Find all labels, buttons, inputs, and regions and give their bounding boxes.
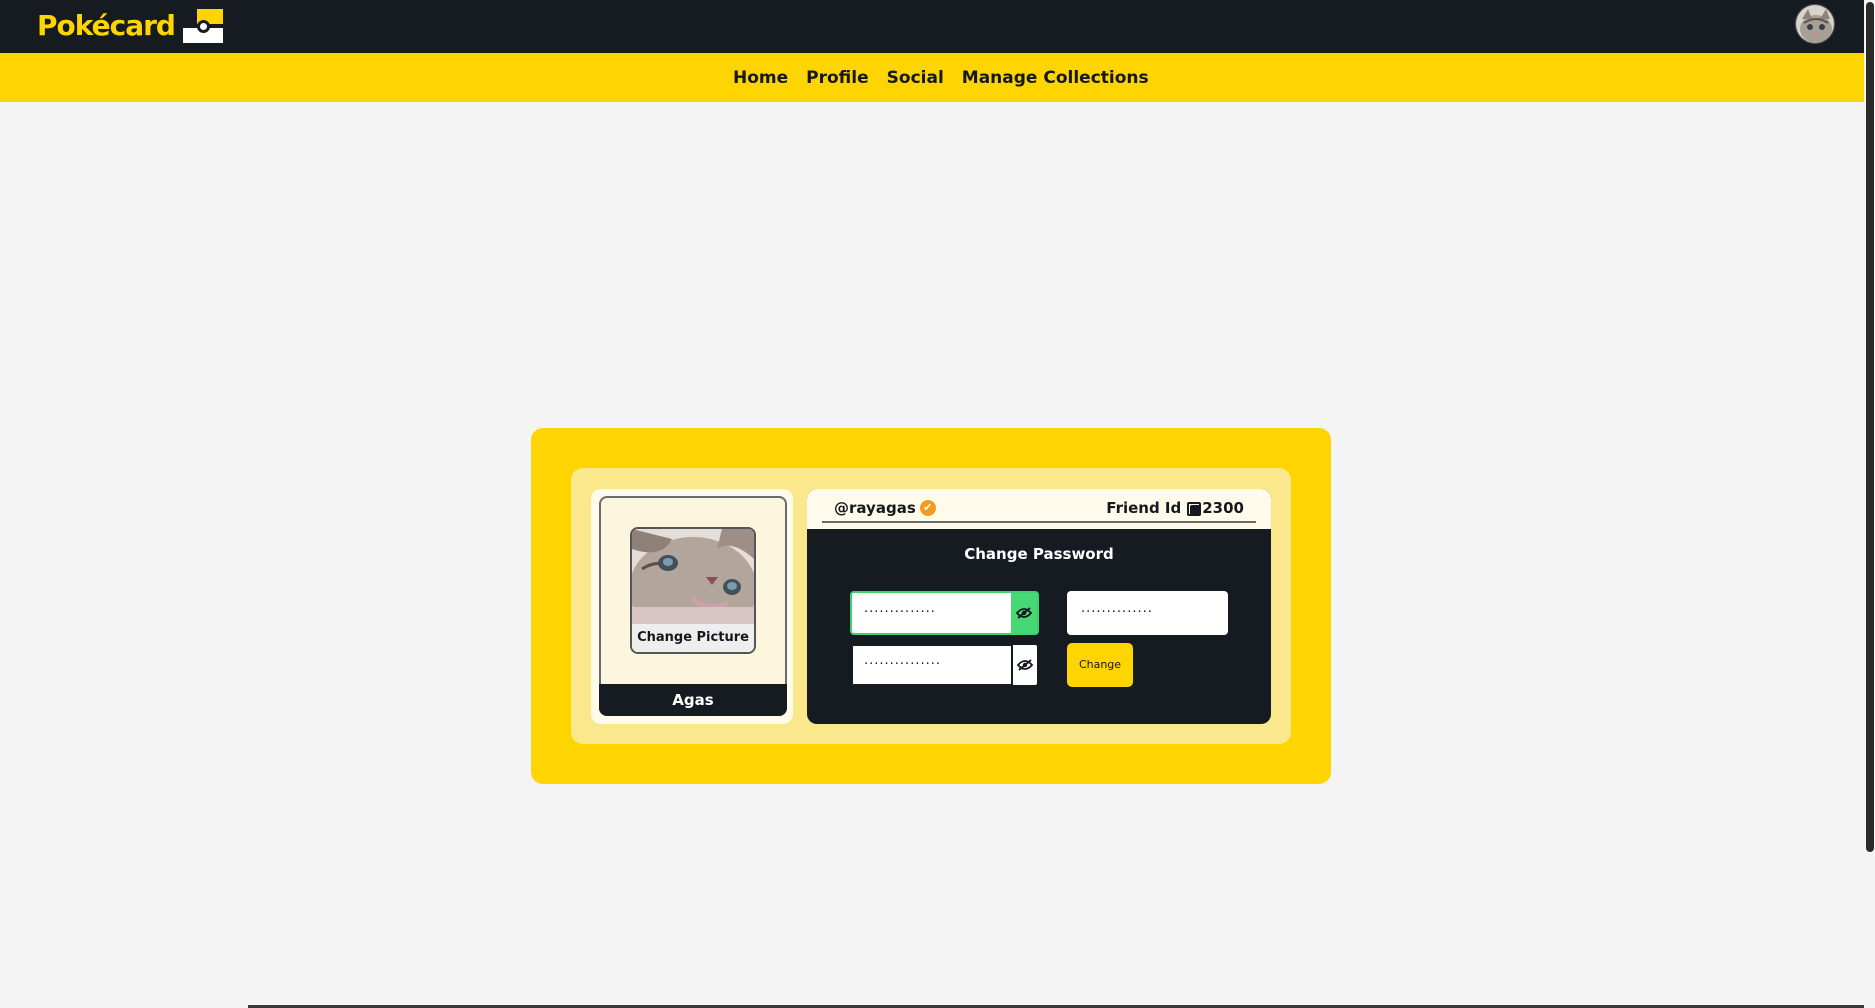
display-name: Agas [599,684,787,716]
new-password-value: ·············· [1081,605,1153,620]
change-password-title: Change Password [964,545,1114,563]
profile-picture[interactable]: Change Picture [630,527,756,654]
panel-header: @rayagas ✔ Friend Id 2300 [807,489,1271,529]
current-password-value: ·············· [864,605,936,620]
main-nav: Home Profile Social Manage Collections [0,53,1864,102]
nav-social[interactable]: Social [887,68,944,88]
nav-home[interactable]: Home [733,68,788,88]
header-divider [822,521,1256,523]
cat-photo-icon [632,529,754,641]
scrollbar-thumb[interactable] [1866,2,1874,852]
eye-off-icon[interactable] [1011,593,1037,633]
change-picture-button[interactable]: Change Picture [632,624,754,652]
page-scrollbar[interactable] [1864,0,1875,1008]
logo-text: Pokécard [37,9,176,42]
nav-manage-collections[interactable]: Manage Collections [962,68,1149,88]
user-handle: @rayagas ✔ [834,499,936,517]
top-bar: Pokécard [0,0,1864,53]
user-avatar[interactable] [1795,4,1835,44]
friend-id-label: Friend Id [1106,499,1182,517]
confirm-password-field[interactable]: ··············· [850,643,1039,687]
pokeball-icon [182,9,223,43]
verified-icon: ✔ [919,500,936,516]
nav-links: Home Profile Social Manage Collections [733,53,1149,102]
pokecard-logo[interactable]: Pokécard [37,8,223,44]
confirm-password-value: ··············· [864,657,941,672]
account-panel: @rayagas ✔ Friend Id 2300 Change Passwor… [807,489,1271,724]
new-password-field[interactable]: ·············· [1067,591,1228,635]
copy-icon[interactable] [1187,501,1202,516]
change-password-button[interactable]: Change [1067,643,1133,687]
friend-id-value: 2300 [1202,499,1244,517]
friend-id: Friend Id 2300 [1106,499,1244,517]
current-password-field[interactable]: ·············· [850,591,1039,635]
eye-off-icon[interactable] [1011,645,1037,685]
handle-text: @rayagas [834,499,916,517]
nav-profile[interactable]: Profile [806,68,868,88]
